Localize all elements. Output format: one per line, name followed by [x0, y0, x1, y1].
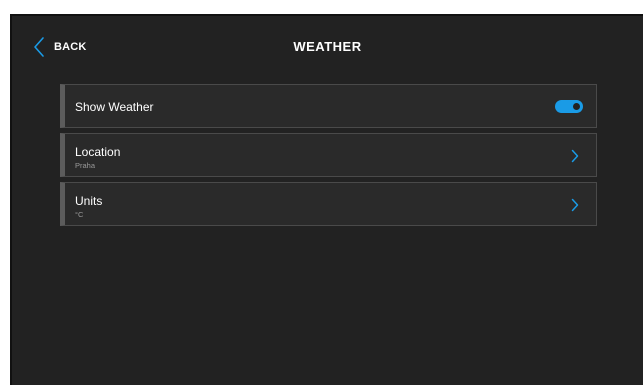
show-weather-row[interactable]: Show Weather — [60, 84, 597, 128]
toggle-knob — [573, 103, 580, 110]
units-row[interactable]: Units °C — [60, 182, 597, 226]
show-weather-toggle[interactable] — [555, 100, 583, 113]
units-label: Units — [75, 194, 103, 208]
location-value: Praha — [75, 161, 96, 170]
location-label: Location — [75, 145, 121, 159]
page-title: WEATHER — [293, 39, 362, 54]
header: BACK WEATHER — [12, 16, 643, 76]
chevron-right-icon — [571, 198, 579, 212]
weather-settings-screen: BACK WEATHER Show Weather Location Praha… — [10, 14, 643, 385]
units-value: °C — [75, 210, 84, 219]
settings-list: Show Weather Location Praha Units °C — [60, 84, 597, 231]
location-row[interactable]: Location Praha — [60, 133, 597, 177]
show-weather-label: Show Weather — [75, 100, 154, 114]
chevron-right-icon — [571, 149, 579, 163]
